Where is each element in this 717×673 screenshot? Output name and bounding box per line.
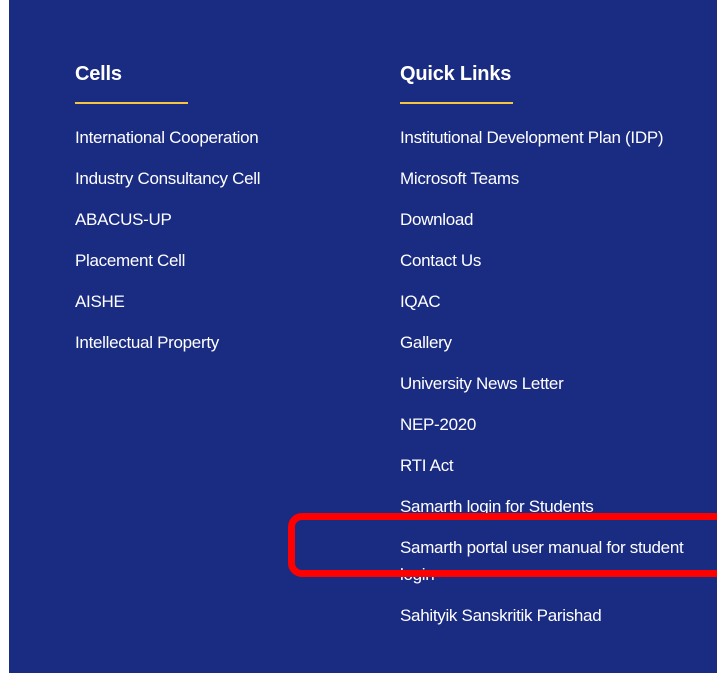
link-placement-cell[interactable]: Placement Cell <box>75 247 185 274</box>
link-iqac[interactable]: IQAC <box>400 288 441 315</box>
cells-column: Cells International Cooperation Industry… <box>75 62 355 370</box>
list-item: International Cooperation <box>75 124 355 151</box>
link-samarth-portal-user-manual[interactable]: Samarth portal user manual for student l… <box>400 534 695 588</box>
list-item: Institutional Development Plan (IDP) <box>400 124 700 151</box>
link-download[interactable]: Download <box>400 206 474 233</box>
list-item: Sahityik Sanskritik Parishad <box>400 602 700 629</box>
list-item: University News Letter <box>400 370 700 397</box>
list-item: RTI Act <box>400 452 700 479</box>
cells-heading-underline <box>75 102 188 104</box>
link-industry-consultancy-cell[interactable]: Industry Consultancy Cell <box>75 165 261 192</box>
link-microsoft-teams[interactable]: Microsoft Teams <box>400 165 519 192</box>
quick-links-heading: Quick Links <box>400 63 512 85</box>
quick-links-heading-underline <box>400 102 513 104</box>
link-university-news-letter[interactable]: University News Letter <box>400 370 564 397</box>
link-gallery[interactable]: Gallery <box>400 329 452 356</box>
list-item: Intellectual Property <box>75 329 355 356</box>
footer-panel: Cells International Cooperation Industry… <box>9 0 717 673</box>
link-nep-2020[interactable]: NEP-2020 <box>400 411 476 438</box>
quick-links-column: Quick Links Institutional Development Pl… <box>400 62 700 643</box>
link-aishe[interactable]: AISHE <box>75 288 125 315</box>
link-institutional-development-plan[interactable]: Institutional Development Plan (IDP) <box>400 124 664 151</box>
list-item: Download <box>400 206 700 233</box>
link-abacus-up[interactable]: ABACUS-UP <box>75 206 172 233</box>
list-item: Gallery <box>400 329 700 356</box>
link-intellectual-property[interactable]: Intellectual Property <box>75 329 219 356</box>
link-rti-act[interactable]: RTI Act <box>400 452 454 479</box>
cells-link-list: International Cooperation Industry Consu… <box>75 124 355 356</box>
link-contact-us[interactable]: Contact Us <box>400 247 481 274</box>
link-international-cooperation[interactable]: International Cooperation <box>75 124 259 151</box>
list-item: IQAC <box>400 288 700 315</box>
cells-heading: Cells <box>75 63 122 85</box>
list-item: Samarth login for Students <box>400 493 700 520</box>
list-item: NEP-2020 <box>400 411 700 438</box>
link-samarth-login-for-students[interactable]: Samarth login for Students <box>400 493 594 520</box>
list-item: AISHE <box>75 288 355 315</box>
quick-links-link-list: Institutional Development Plan (IDP) Mic… <box>400 124 700 629</box>
link-sahityik-sanskritik-parishad[interactable]: Sahityik Sanskritik Parishad <box>400 602 602 629</box>
list-item: Contact Us <box>400 247 700 274</box>
list-item: Samarth portal user manual for student l… <box>400 534 700 588</box>
list-item: Industry Consultancy Cell <box>75 165 355 192</box>
list-item: Microsoft Teams <box>400 165 700 192</box>
list-item: Placement Cell <box>75 247 355 274</box>
list-item: ABACUS-UP <box>75 206 355 233</box>
